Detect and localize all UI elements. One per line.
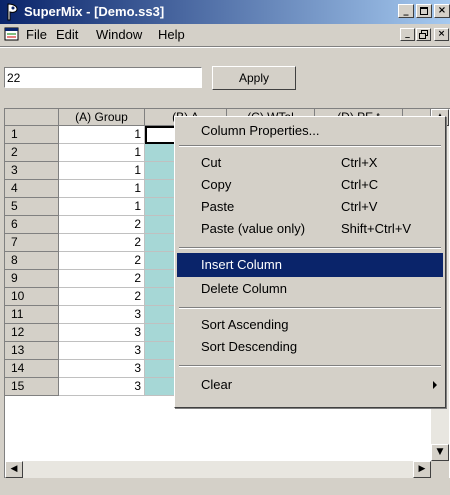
menu-item-label: Delete Column (201, 281, 287, 296)
menu-help[interactable]: Help (158, 27, 185, 42)
menu-item-cut[interactable]: Cut Ctrl+X (177, 151, 443, 175)
maximize-button[interactable] (416, 4, 432, 18)
grid-cell[interactable]: 2 (59, 216, 145, 234)
row-header[interactable]: 12 (5, 324, 59, 342)
grid-cell[interactable]: 3 (59, 378, 145, 396)
menu-item-paste[interactable]: Paste Ctrl+V (177, 195, 443, 219)
menu-item-label: Paste (201, 199, 235, 214)
menu-item-label: Sort Ascending (201, 317, 289, 332)
mdi-close-button[interactable]: × (434, 28, 449, 41)
menu-item-label: Paste (value only) (201, 221, 306, 236)
row-header[interactable]: 14 (5, 360, 59, 378)
row-header[interactable]: 10 (5, 288, 59, 306)
row-header[interactable]: 15 (5, 378, 59, 396)
row-header[interactable]: 8 (5, 252, 59, 270)
mdi-restore-button[interactable] (416, 28, 431, 41)
mdi-minimize-button[interactable]: _ (400, 28, 415, 41)
grid-cell[interactable]: 1 (59, 180, 145, 198)
menu-item-insert-column[interactable]: Insert Column (177, 253, 443, 277)
row-header[interactable]: 1 (5, 126, 59, 144)
scroll-down-button[interactable]: ▼ (431, 444, 449, 461)
menu-separator (179, 145, 441, 147)
menu-item-paste-value-only[interactable]: Paste (value only) Shift+Ctrl+V (177, 217, 443, 241)
menu-separator (179, 247, 441, 249)
menu-window[interactable]: Window (96, 27, 142, 42)
row-header[interactable]: 3 (5, 162, 59, 180)
grid-cell[interactable]: 2 (59, 252, 145, 270)
grid-cell[interactable]: 3 (59, 342, 145, 360)
close-button[interactable]: × (434, 4, 450, 18)
menu-bar: File Edit Window Help _ × (0, 24, 450, 44)
context-menu: Column Properties... Cut Ctrl+X Copy Ctr… (174, 116, 446, 408)
row-header[interactable]: 2 (5, 144, 59, 162)
minimize-button[interactable]: _ (398, 4, 414, 18)
menu-item-shortcut: Ctrl+X (341, 155, 378, 170)
apply-button[interactable]: Apply (212, 66, 296, 90)
menu-separator (179, 307, 441, 309)
menu-item-delete-column[interactable]: Delete Column (177, 277, 443, 301)
column-header-a[interactable]: (A) Group (59, 109, 145, 126)
grid-cell[interactable]: 2 (59, 288, 145, 306)
supermix-logo-icon (7, 3, 18, 21)
scroll-left-button[interactable]: ◀ (5, 461, 23, 478)
grid-cell[interactable]: 3 (59, 360, 145, 378)
grid-cell[interactable]: 1 (59, 144, 145, 162)
row-header[interactable]: 5 (5, 198, 59, 216)
menu-file[interactable]: File (26, 27, 47, 42)
menu-separator (179, 365, 441, 367)
menu-item-sort-descending[interactable]: Sort Descending (177, 335, 443, 359)
row-header[interactable]: 9 (5, 270, 59, 288)
menu-item-label: Copy (201, 177, 232, 192)
divider (0, 47, 450, 48)
window-title: SuperMix - [Demo.ss3] (24, 4, 165, 19)
grid-cell[interactable]: 2 (59, 270, 145, 288)
grid-cell[interactable]: 3 (59, 306, 145, 324)
horizontal-scrollbar[interactable]: ◀ ▶ (5, 461, 431, 478)
maximize-icon (420, 7, 428, 15)
row-header[interactable]: 13 (5, 342, 59, 360)
menu-item-clear[interactable]: Clear (177, 373, 443, 397)
menu-item-label: Clear (201, 377, 233, 392)
menu-item-label: Insert Column (201, 257, 282, 272)
row-header[interactable]: 4 (5, 180, 59, 198)
app-window: SuperMix - [Demo.ss3] _ × File Edit Wind… (0, 0, 450, 495)
menu-item-label: Column Properties... (201, 123, 320, 138)
menu-item-label: Cut (201, 155, 222, 170)
grid-cell[interactable]: 3 (59, 324, 145, 342)
cell-value-input[interactable]: 22 (4, 67, 202, 88)
scroll-corner (431, 461, 449, 478)
menu-item-shortcut: Ctrl+V (341, 199, 378, 214)
menu-item-copy[interactable]: Copy Ctrl+C (177, 173, 443, 197)
submenu-arrow-icon (433, 381, 437, 389)
grid-cell[interactable]: 1 (59, 198, 145, 216)
corner-header[interactable] (5, 109, 59, 126)
restore-icon (419, 30, 428, 39)
document-icon (4, 27, 19, 41)
row-header[interactable]: 6 (5, 216, 59, 234)
grid-cell[interactable]: 1 (59, 126, 145, 144)
menu-item-shortcut: Shift+Ctrl+V (341, 221, 412, 236)
scroll-right-button[interactable]: ▶ (413, 461, 431, 478)
menu-item-label: Sort Descending (201, 339, 298, 354)
grid-cell[interactable]: 2 (59, 234, 145, 252)
menu-item-column-properties[interactable]: Column Properties... (177, 119, 443, 143)
title-bar[interactable]: SuperMix - [Demo.ss3] _ × (0, 0, 450, 24)
row-header[interactable]: 11 (5, 306, 59, 324)
menu-item-sort-ascending[interactable]: Sort Ascending (177, 313, 443, 337)
grid-cell[interactable]: 1 (59, 162, 145, 180)
menu-edit[interactable]: Edit (56, 27, 78, 42)
menu-item-shortcut: Ctrl+C (341, 177, 379, 192)
row-header[interactable]: 7 (5, 234, 59, 252)
